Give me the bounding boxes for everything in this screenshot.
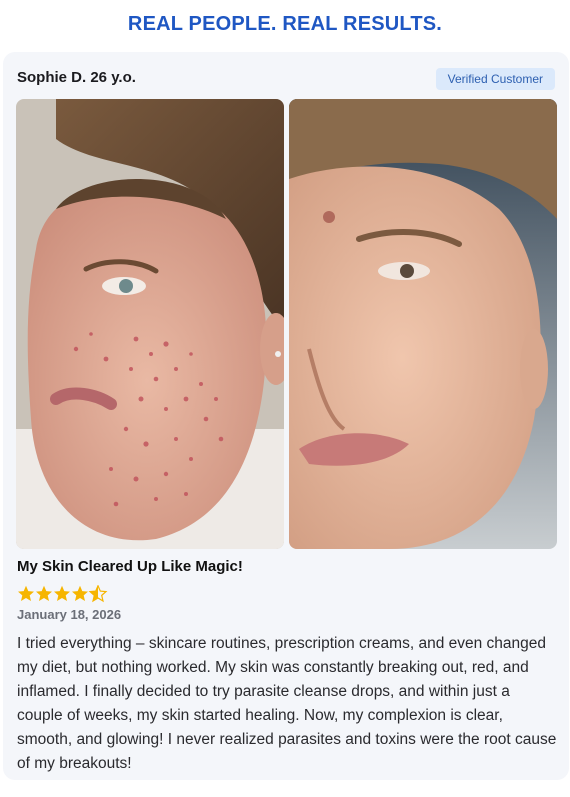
before-after-photos [16, 99, 557, 549]
half-star-icon [89, 585, 107, 602]
verified-badge: Verified Customer [435, 68, 555, 90]
review-date: January 18, 2026 [17, 607, 122, 622]
before-photo [16, 99, 284, 549]
star-rating [18, 585, 107, 602]
review-header: Sophie D. 26 y.o. Verified Customer [17, 68, 555, 92]
reviewer-name: Sophie D. 26 y.o. [17, 69, 136, 86]
star-icon [54, 585, 70, 601]
section-headline: REAL PEOPLE. REAL RESULTS. [127, 13, 443, 35]
star-icon [72, 585, 88, 601]
after-photo [289, 99, 557, 549]
review-title: My Skin Cleared Up Like Magic! [17, 558, 243, 575]
star-icon [18, 585, 34, 601]
review-card: Sophie D. 26 y.o. Verified Customer My S… [3, 52, 569, 780]
review-text: I tried everything – skincare routines, … [17, 635, 557, 772]
star-icon [36, 585, 52, 601]
